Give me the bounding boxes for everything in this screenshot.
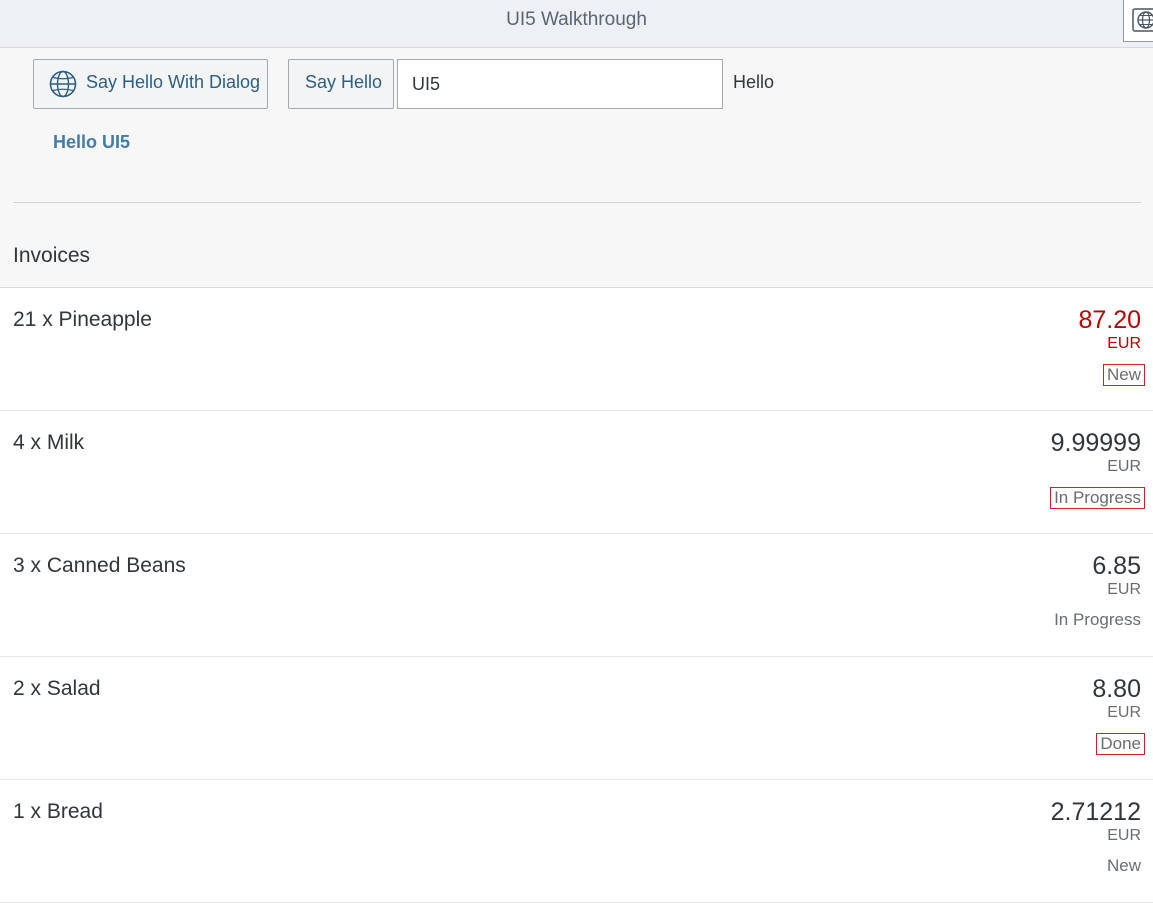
- invoice-amount: 6.85: [1092, 552, 1141, 580]
- hello-label: Hello: [733, 72, 775, 92]
- invoice-title: 3 x Canned Beans: [13, 554, 186, 577]
- invoice-list: 21 x Pineapple 87.20 EUR New 4 x Milk 9.…: [0, 288, 1153, 903]
- globe-icon: [49, 70, 77, 98]
- invoice-amount: 9.99999: [1050, 429, 1141, 457]
- invoice-currency: EUR: [1107, 704, 1141, 721]
- invoice-status: New: [1106, 856, 1141, 875]
- invoice-status: New: [1102, 364, 1145, 386]
- invoice-title: 21 x Pineapple: [13, 308, 152, 331]
- globe-icon: [1132, 8, 1153, 32]
- invoice-list-item[interactable]: 1 x Bread 2.71212 EUR New: [0, 780, 1153, 903]
- shell-bar: UI5 Walkthrough: [0, 0, 1153, 48]
- invoice-title: 4 x Milk: [13, 431, 85, 454]
- say-hello-button[interactable]: Say Hello: [288, 59, 394, 109]
- invoice-title: 2 x Salad: [13, 677, 101, 700]
- say-hello-label: Say Hello: [305, 72, 383, 92]
- invoice-amount: 8.80: [1092, 675, 1141, 703]
- divider: [13, 202, 1141, 203]
- shell-globe-button[interactable]: [1123, 0, 1153, 42]
- say-hello-dialog-button[interactable]: Say Hello With Dialog: [33, 59, 268, 109]
- invoice-list-item[interactable]: 2 x Salad 8.80 EUR Done: [0, 657, 1153, 780]
- invoice-status: In Progress: [1050, 487, 1145, 509]
- invoice-currency: EUR: [1107, 581, 1141, 598]
- page-title: UI5 Walkthrough: [506, 9, 647, 30]
- invoice-title: 1 x Bread: [13, 800, 103, 823]
- invoice-status: In Progress: [1054, 610, 1141, 629]
- invoice-list-item[interactable]: 4 x Milk 9.99999 EUR In Progress: [0, 411, 1153, 534]
- invoice-list-item[interactable]: 3 x Canned Beans 6.85 EUR In Progress: [0, 534, 1153, 657]
- invoice-currency: EUR: [1107, 827, 1141, 844]
- invoice-currency: EUR: [1107, 335, 1141, 352]
- name-input[interactable]: [397, 59, 723, 109]
- invoice-amount: 2.71212: [1050, 798, 1141, 826]
- invoice-list-item[interactable]: 21 x Pineapple 87.20 EUR New: [0, 288, 1153, 411]
- greeting-text: Hello UI5: [53, 132, 131, 152]
- invoice-currency: EUR: [1107, 458, 1141, 475]
- invoice-amount: 87.20: [1078, 306, 1141, 334]
- invoice-status: Done: [1096, 733, 1145, 755]
- say-hello-dialog-label: Say Hello With Dialog: [86, 72, 261, 92]
- invoice-list-header: Invoices: [13, 244, 91, 267]
